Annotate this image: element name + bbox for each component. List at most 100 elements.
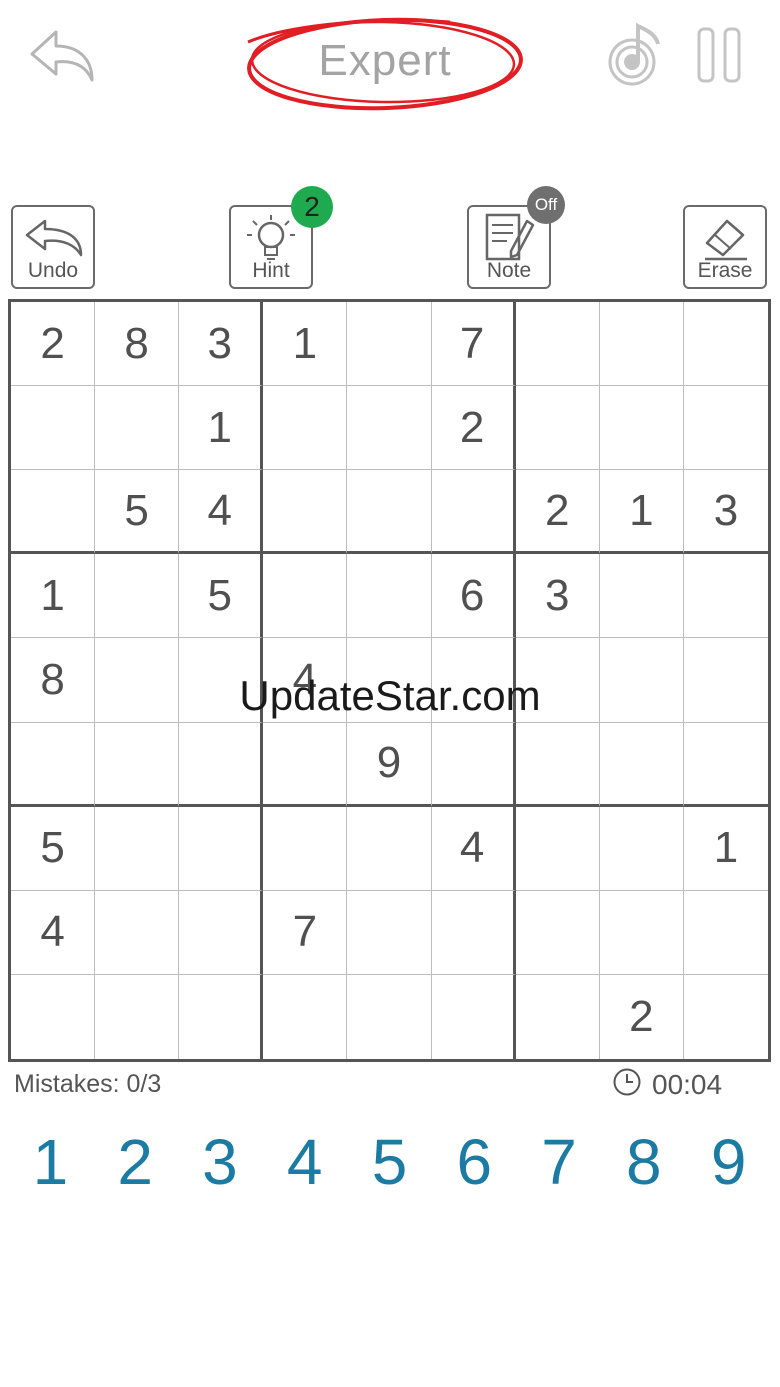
board-cell[interactable]	[599, 386, 684, 471]
board-cell[interactable]	[11, 722, 96, 807]
erase-button[interactable]: Erase	[683, 205, 767, 289]
board-cell[interactable]	[599, 554, 684, 639]
number-key-7[interactable]: 7	[517, 1122, 602, 1202]
board-cell[interactable]	[347, 470, 432, 555]
board-cell[interactable]	[431, 470, 516, 555]
board-cell[interactable]	[95, 386, 180, 471]
board-cell[interactable]: 4	[179, 470, 264, 555]
board-cell[interactable]: 2	[600, 974, 684, 1059]
board-cell[interactable]: 3	[515, 554, 600, 639]
board-cell[interactable]	[599, 890, 684, 975]
board-cell[interactable]	[263, 470, 348, 555]
hint-label: Hint	[252, 259, 290, 282]
board-cell[interactable]	[11, 470, 96, 555]
board-cell[interactable]	[683, 554, 768, 639]
note-state-badge: Off	[527, 186, 565, 224]
number-pad: 123456789	[8, 1122, 771, 1202]
board-cell[interactable]: 5	[179, 554, 264, 639]
number-key-3[interactable]: 3	[178, 1122, 263, 1202]
board-cell[interactable]	[95, 890, 180, 975]
board-cell[interactable]	[95, 722, 180, 807]
timer-value: 00:04	[652, 1069, 723, 1100]
note-label: Note	[486, 259, 532, 282]
board-cell[interactable]	[263, 974, 348, 1059]
board-cell[interactable]	[95, 554, 180, 639]
board-cell[interactable]: 2	[431, 386, 516, 471]
board-cell[interactable]	[95, 974, 180, 1059]
board-cell[interactable]: 3	[683, 470, 768, 555]
board-cell[interactable]: 2	[515, 470, 600, 555]
hint-count-badge: 2	[291, 186, 333, 228]
board-cell[interactable]	[683, 723, 768, 807]
board-cell[interactable]	[347, 554, 432, 639]
board-cell[interactable]	[179, 806, 264, 891]
number-key-1[interactable]: 1	[8, 1122, 93, 1202]
mistakes-counter: Mistakes: 0/3	[14, 1070, 162, 1098]
board-cell[interactable]	[431, 722, 516, 807]
board-cell[interactable]	[263, 554, 348, 639]
board-cell[interactable]	[515, 386, 600, 471]
board-cell[interactable]: 3	[179, 302, 264, 387]
number-key-6[interactable]: 6	[432, 1122, 517, 1202]
board-cell[interactable]: 8	[95, 302, 180, 387]
number-key-8[interactable]: 8	[601, 1122, 686, 1202]
board-cell[interactable]	[431, 890, 516, 975]
board-cell[interactable]	[432, 974, 516, 1059]
eraser-icon	[685, 211, 765, 263]
board-cell[interactable]: 5	[11, 806, 96, 891]
timer: 00:04	[612, 1068, 722, 1102]
board-cell[interactable]: 1	[179, 386, 264, 471]
back-arrow-icon[interactable]	[28, 26, 98, 86]
board-cell[interactable]: 5	[95, 470, 180, 555]
difficulty-title-area: Expert	[240, 8, 530, 118]
board-cell[interactable]	[684, 975, 768, 1059]
board-cell[interactable]	[11, 974, 96, 1059]
board-cell[interactable]	[515, 722, 600, 807]
board-cell[interactable]	[683, 386, 768, 471]
board-cell[interactable]: 1	[683, 807, 768, 891]
watermark-text: UpdateStar.com	[239, 672, 541, 719]
number-key-4[interactable]: 4	[262, 1122, 347, 1202]
board-cell[interactable]: 7	[263, 890, 348, 975]
board-cell[interactable]	[516, 974, 600, 1059]
board-cell[interactable]	[347, 302, 432, 387]
number-key-5[interactable]: 5	[347, 1122, 432, 1202]
undo-label: Undo	[27, 259, 79, 282]
board-cell[interactable]	[599, 806, 684, 891]
board-cell[interactable]	[683, 302, 768, 387]
board-cell[interactable]	[263, 386, 348, 471]
board-cell[interactable]	[683, 891, 768, 975]
undo-icon	[13, 211, 93, 263]
board-cell[interactable]	[599, 302, 684, 387]
board-cell[interactable]	[515, 890, 600, 975]
board-cell[interactable]: 1	[11, 554, 96, 639]
board-cell[interactable]	[179, 722, 264, 807]
board-cell[interactable]	[515, 806, 600, 891]
board-cell[interactable]	[179, 890, 264, 975]
board-cell[interactable]	[263, 806, 348, 891]
number-key-9[interactable]: 9	[686, 1122, 771, 1202]
difficulty-title: Expert	[318, 36, 452, 85]
board-cell[interactable]	[515, 302, 600, 387]
board-cell[interactable]	[347, 386, 432, 471]
board-cell[interactable]: 9	[347, 722, 432, 807]
board-cell[interactable]	[95, 806, 180, 891]
board-cell[interactable]	[263, 722, 348, 807]
music-note-icon[interactable]	[604, 20, 666, 90]
number-key-2[interactable]: 2	[93, 1122, 178, 1202]
board-cell[interactable]	[11, 386, 96, 471]
board-cell[interactable]: 4	[11, 890, 96, 975]
board-cell[interactable]: 4	[431, 806, 516, 891]
board-cell[interactable]	[179, 974, 264, 1059]
board-cell[interactable]	[599, 722, 684, 807]
undo-button[interactable]: Undo	[11, 205, 95, 289]
board-cell[interactable]	[347, 974, 432, 1059]
board-cell[interactable]: 1	[599, 470, 684, 555]
board-cell[interactable]: 7	[431, 302, 516, 387]
board-cell[interactable]: 1	[263, 302, 348, 387]
board-cell[interactable]: 2	[11, 302, 96, 387]
board-cell[interactable]	[347, 890, 432, 975]
board-cell[interactable]: 6	[431, 554, 516, 639]
pause-icon[interactable]	[696, 26, 742, 84]
board-cell[interactable]	[347, 806, 432, 891]
